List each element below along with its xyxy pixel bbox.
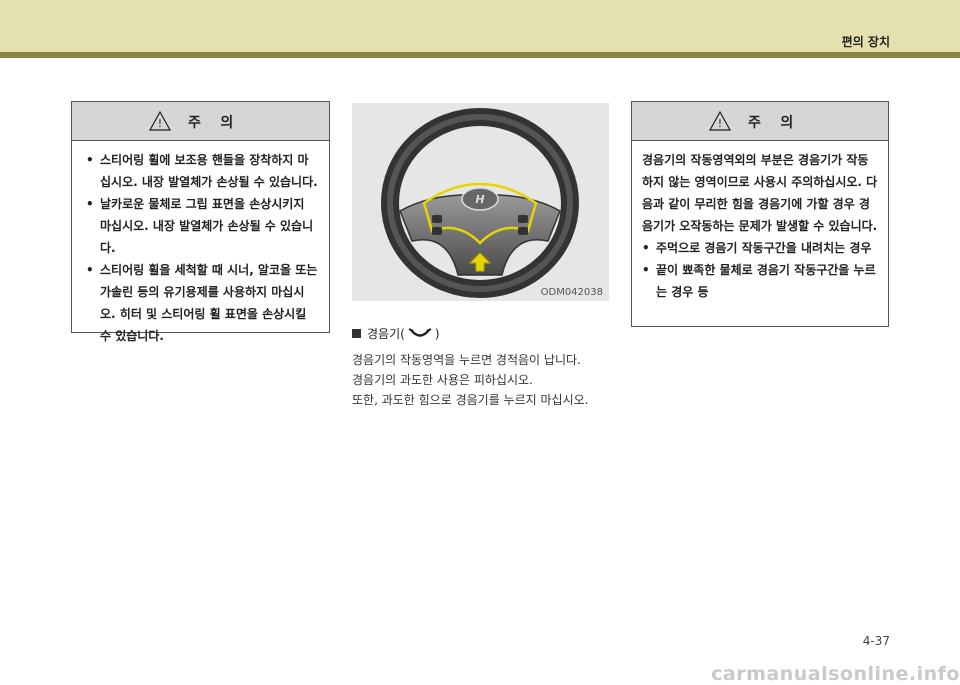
caution-heading: 주 의 [188,115,234,131]
chapter-title: 편의 장치 [841,35,890,49]
horn-icon [408,327,432,337]
body-line: 경음기의 작동영역을 누르면 경적음이 납니다. [352,353,581,367]
caution-item: 끝이 뾰족한 물체로 경음기 작동구간을 누르는 경우 등 [642,259,878,303]
caution-header: ! 주 의 [72,102,329,141]
caution-heading: 주 의 [748,115,794,131]
caution-body: 경음기의 작동영역외의 부분은 경음기가 작동하지 않는 영역이므로 사용시 주… [632,141,888,303]
caution-header: ! 주 의 [632,102,888,141]
figure-code: ODM042038 [540,287,603,298]
steering-wheel-figure: H ODM042038 [352,103,609,301]
horn-description: 경음기의 작동영역을 누르면 경적음이 납니다. 경음기의 과도한 사용은 피하… [352,350,617,410]
caution-item: 날카로운 물체로 그립 표면을 손상시키지 마십시오. 내장 발열체가 손상될 … [86,193,319,259]
caution-item: 스티어링 휠에 보조용 핸들을 장착하지 마십시오. 내장 발열체가 손상될 수… [86,149,319,193]
caution-paragraph: 경음기의 작동영역외의 부분은 경음기가 작동하지 않는 영역이므로 사용시 주… [642,153,878,233]
horn-title-suffix: ) [434,326,440,341]
caution-item: 스티어링 휠을 세척할 때 시너, 알코올 또는 가솔린 등의 유기용제를 사용… [86,259,319,347]
section-square-icon [352,329,361,338]
page-number: 4-37 [862,634,890,648]
svg-text:!: ! [158,117,162,130]
caution-box-left: ! 주 의 스티어링 휠에 보조용 핸들을 장착하지 마십시오. 내장 발열체가… [71,101,330,343]
svg-text:H: H [475,193,484,206]
horn-section-title: 경음기( ) [352,325,440,342]
caution-item: 주먹으로 경음기 작동구간을 내려치는 경우 [642,237,878,259]
caution-body: 스티어링 휠에 보조용 핸들을 장착하지 마십시오. 내장 발열체가 손상될 수… [72,141,329,347]
page-header [0,0,960,52]
horn-title-prefix: 경음기( [367,327,405,341]
body-line: 또한, 과도한 힘으로 경음기를 누르지 마십시오. [352,393,589,407]
steering-wheel-illustration: H [381,108,579,298]
warning-triangle-icon: ! [709,111,731,131]
caution-box-right: ! 주 의 경음기의 작동영역외의 부분은 경음기가 작동하지 않는 영역이므로… [631,101,889,327]
header-divider [0,52,960,58]
watermark: carmanualsonline.info [711,663,960,685]
body-line: 경음기의 과도한 사용은 피하십시오. [352,373,533,387]
svg-text:!: ! [718,117,722,130]
warning-triangle-icon: ! [149,111,171,131]
